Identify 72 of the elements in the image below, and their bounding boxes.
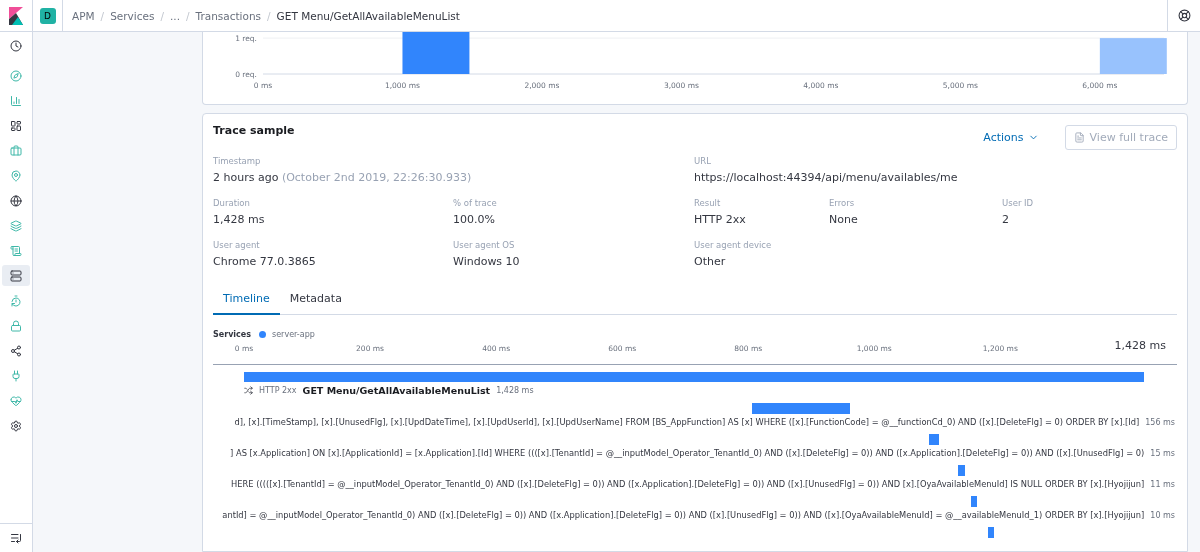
field-value: 2 bbox=[1002, 213, 1010, 226]
actions-button[interactable]: Actions bbox=[977, 129, 1045, 145]
globe-icon bbox=[10, 194, 22, 207]
field-label: User agent device bbox=[694, 240, 773, 250]
space-avatar[interactable]: D bbox=[39, 7, 56, 24]
tab[interactable]: Timeline bbox=[213, 284, 280, 315]
result-label: HTTP 2xx bbox=[259, 386, 297, 395]
document-icon bbox=[1073, 131, 1085, 143]
legend-title: Services bbox=[213, 330, 252, 339]
field-value: 100.0% bbox=[453, 213, 496, 226]
server-icon bbox=[10, 269, 22, 282]
field-value: Chrome 77.0.3865 bbox=[213, 255, 317, 268]
field-value: https://localhost:44394/api/menu/availables/me bbox=[694, 171, 959, 184]
timer-icon bbox=[10, 294, 22, 307]
total-duration: 1,428 ms bbox=[1114, 339, 1166, 352]
span-query-text[interactable]: antId] = @__inputModel_Operator_TenantId_0) AND ([x].[DeleteFlg] = 0)) AND ([x.Application].[DeleteFlg] = 0)) AND ([x].[UnusedFlg] = 0)) AND ([x].[OyaAvailableMenuId] = @__availableMenuId_1) ORDER BY [x].[Hyojijun] bbox=[222, 510, 1145, 520]
breadcrumb-link[interactable]: Transactions bbox=[195, 9, 262, 22]
plug-icon bbox=[10, 369, 22, 382]
duration-label: 11 ms bbox=[1150, 479, 1175, 489]
lock-icon bbox=[10, 319, 22, 332]
scroll-icon bbox=[10, 244, 22, 257]
field-label: User agent OS bbox=[453, 240, 516, 250]
field-label: User ID bbox=[1002, 198, 1035, 208]
field-label: URL bbox=[694, 156, 712, 166]
field-value: Windows 10 bbox=[453, 255, 521, 268]
field-value: 1,428 ms bbox=[213, 213, 266, 226]
help-icon[interactable] bbox=[1177, 9, 1191, 22]
settings-icon bbox=[10, 419, 22, 432]
span-query-text[interactable]: d], [x].[TimeStamp], [x].[UnusedFlg], [x].[UpdDateTime], [x].[UpdUserId], [x].[UpdUserName] FROM [BS_AppFunction] AS [x] WHERE ([x].[FunctionCode] = @__functionCd_0) AND ([x].[DeleteFlg] = 0) ORDER BY [x].[Id] bbox=[234, 417, 1140, 427]
field-value: 2 hours ago (October 2nd 2019, 22:26:30.933) bbox=[213, 171, 473, 184]
panel-title: Trace sample bbox=[213, 123, 296, 137]
breadcrumb-link[interactable]: APM bbox=[72, 9, 95, 22]
heart-pulse-icon bbox=[10, 394, 22, 407]
duration-label: 1,428 ms bbox=[496, 386, 534, 395]
breadcrumb-separator: / bbox=[100, 9, 105, 22]
shuffle-icon bbox=[244, 386, 253, 395]
tab[interactable]: Metadata bbox=[279, 284, 352, 315]
duration-label: 10 ms bbox=[1150, 510, 1175, 520]
breadcrumb-separator: / bbox=[267, 9, 271, 22]
share-icon bbox=[10, 344, 22, 357]
duration-label: 15 ms bbox=[1150, 448, 1175, 458]
breadcrumb-separator: / bbox=[185, 9, 190, 22]
bar-chart-icon bbox=[10, 94, 22, 107]
span-query-text[interactable]: ] AS [x.Application] ON [x].[ApplicationId] = [x.Application].[Id] WHERE ((([x].[TenantId] = @__inputModel_Operator_TenantId_0) AND ([x].[DeleteFlg] = 0)) AND ([x.Application].[DeleteFlg] = 0)) AND ([x].[UnusedFlg] = 0) bbox=[230, 448, 1145, 458]
breadcrumb-separator: / bbox=[160, 9, 164, 22]
breadcrumb-link[interactable]: GET Menu/GetAllAvailableMenuList bbox=[276, 9, 460, 22]
span-duration-bar[interactable] bbox=[970, 496, 977, 507]
legend-label: server-app bbox=[272, 330, 315, 339]
layers-icon bbox=[10, 219, 22, 232]
histogram-bar[interactable] bbox=[402, 32, 470, 74]
duration-label: 156 ms bbox=[1145, 417, 1175, 427]
compass-icon bbox=[10, 69, 22, 82]
transaction-name[interactable]: GET Menu/GetAllAvailableMenuList bbox=[302, 385, 491, 396]
field-label: Errors bbox=[829, 198, 856, 208]
logo-icon[interactable] bbox=[9, 6, 23, 25]
span-duration-bar[interactable] bbox=[987, 527, 994, 538]
field-value: None bbox=[829, 213, 859, 226]
clock-icon bbox=[10, 39, 22, 52]
field-label: User agent bbox=[213, 240, 261, 250]
field-value: Other bbox=[694, 255, 727, 268]
field-label: Result bbox=[694, 198, 722, 208]
map-pin-icon bbox=[10, 169, 22, 182]
dashboard-icon bbox=[10, 119, 22, 132]
field-label: Duration bbox=[213, 198, 251, 208]
breadcrumb-link[interactable]: Services bbox=[110, 9, 155, 22]
briefcase-icon bbox=[10, 144, 22, 157]
field-label: Timestamp bbox=[213, 156, 262, 166]
collapse-icon[interactable] bbox=[10, 532, 22, 544]
span-query-text[interactable]: HERE (((([x].[TenantId] = @__inputModel_Operator_TenantId_0) AND ([x].[DeleteFlg] = 0)) AND ([x.Application].[DeleteFlg] = 0)) AND ([x].[UnusedFlg] = 0)) AND [x].[OyaAvailableMenuId] IS NULL ORDER BY [x].[Hyojijun] bbox=[231, 479, 1145, 489]
breadcrumb-link[interactable]: ... bbox=[169, 9, 180, 22]
field-label: % of trace bbox=[453, 198, 498, 208]
field-value: HTTP 2xx bbox=[694, 213, 747, 226]
